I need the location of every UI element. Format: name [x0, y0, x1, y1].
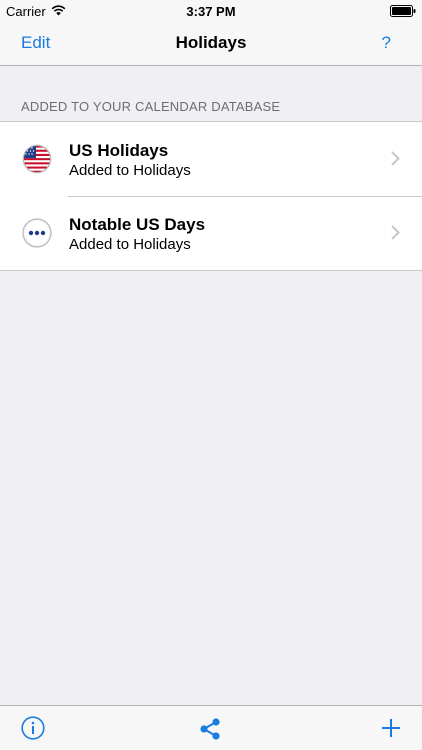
bottom-toolbar: [0, 705, 422, 750]
us-flag-icon: [22, 144, 52, 174]
list-item-subtitle: Added to Holidays: [69, 162, 191, 179]
status-bar: Carrier 3:37 PM: [0, 0, 422, 22]
list-item-title: Notable US Days: [69, 215, 206, 234]
list-item-title: US Holidays: [69, 141, 169, 160]
chevron-right-icon: [391, 225, 400, 245]
share-icon[interactable]: [198, 717, 222, 746]
status-time: 3:37 PM: [186, 4, 236, 19]
list-item-us-holidays[interactable]: US Holidays Added to Holidays: [0, 122, 422, 196]
page-title: Holidays: [175, 33, 247, 52]
plus-icon[interactable]: [380, 717, 402, 744]
ellipsis-icon: [22, 218, 52, 248]
battery-icon: [390, 5, 416, 20]
section-header: ADDED TO YOUR CALENDAR DATABASE: [21, 99, 281, 114]
chevron-right-icon: [391, 151, 400, 171]
list-item-notable-us-days[interactable]: Notable US Days Added to Holidays: [0, 196, 422, 270]
navigation-bar: Edit Holidays ?: [0, 22, 422, 66]
help-button[interactable]: ?: [382, 33, 391, 53]
calendar-list: US Holidays Added to Holidays Notable US…: [0, 121, 422, 271]
info-icon[interactable]: [21, 716, 45, 745]
list-item-subtitle: Added to Holidays: [69, 236, 191, 253]
